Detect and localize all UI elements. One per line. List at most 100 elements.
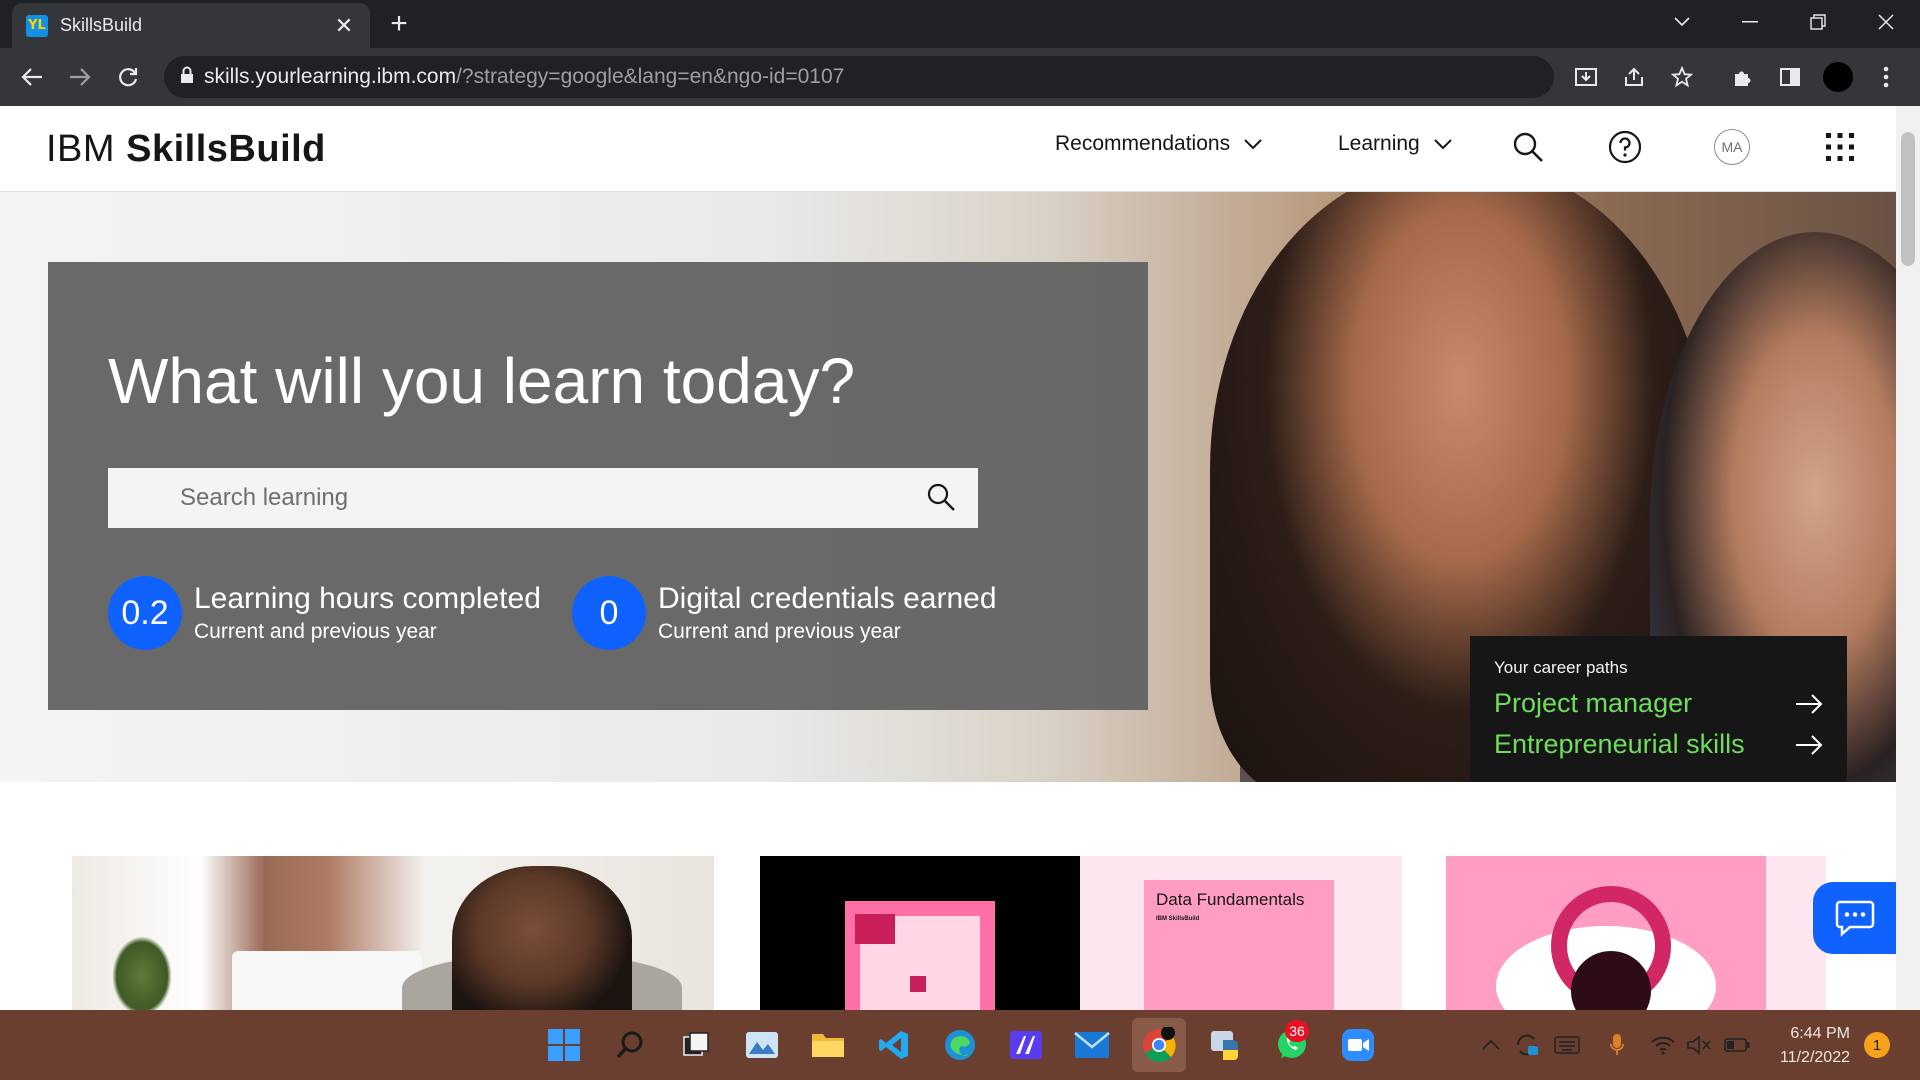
sync-icon[interactable] <box>1514 1032 1540 1058</box>
course-card-image[interactable] <box>72 856 714 1010</box>
search-learning-input[interactable]: Search learning <box>108 468 978 528</box>
browser-toolbar: skills.yourlearning.ibm.com/?strategy=go… <box>0 48 1920 106</box>
search-placeholder: Search learning <box>180 484 349 511</box>
volume-muted-icon[interactable] <box>1686 1032 1712 1058</box>
edge-browser-icon[interactable] <box>938 1023 982 1067</box>
chevron-up-icon[interactable] <box>1478 1032 1504 1058</box>
dev-tool-app-icon[interactable] <box>1004 1023 1048 1067</box>
task-view-icon[interactable] <box>674 1023 718 1067</box>
course-card-eye[interactable] <box>1446 856 1826 1010</box>
help-icon[interactable] <box>1605 127 1645 167</box>
url-host: skills.yourlearning.ibm.com <box>204 65 457 88</box>
search-icon[interactable] <box>608 1023 652 1067</box>
arrow-right-icon <box>1796 734 1823 755</box>
photos-app-icon[interactable] <box>740 1023 784 1067</box>
career-link-entrepreneurial-skills[interactable]: Entrepreneurial skills <box>1494 729 1823 760</box>
chrome-menu-icon[interactable] <box>1868 59 1904 95</box>
hero-title: What will you learn today? <box>108 345 856 417</box>
tab-search-chevron-icon[interactable] <box>1648 0 1716 44</box>
card-photo <box>112 936 172 1010</box>
avatar-initials: MA <box>1714 129 1750 165</box>
close-window-button[interactable] <box>1852 0 1920 44</box>
stat-title: Digital credentials earned <box>658 582 997 615</box>
close-tab-icon[interactable]: ✕ <box>332 13 356 39</box>
stat-subtitle: Current and previous year <box>194 620 437 643</box>
card-photo <box>232 951 422 1010</box>
bookmark-star-icon[interactable] <box>1664 59 1700 95</box>
book-title: Data Fundamentals <box>1156 890 1305 909</box>
clock-date: 11/2/2022 <box>1780 1049 1850 1066</box>
lock-icon <box>180 66 194 89</box>
stat-value: 0 <box>572 576 646 650</box>
browser-tab-bar: YL SkillsBuild ✕ + <box>0 0 1920 48</box>
reload-icon[interactable] <box>110 59 146 95</box>
tab-title: SkillsBuild <box>60 15 143 35</box>
wifi-icon[interactable] <box>1650 1032 1676 1058</box>
python-app-icon[interactable] <box>1204 1023 1248 1067</box>
site-header: IBM SkillsBuild Recommendations Learning… <box>0 106 1896 192</box>
card-illustration <box>855 914 895 944</box>
system-clock[interactable]: 6:44 PM 11/2/2022 <box>1764 1022 1850 1070</box>
course-cards: Data Fundamentals IBM SkillsBuild <box>0 856 1896 1010</box>
side-panel-icon[interactable] <box>1772 59 1808 95</box>
stat-credentials: 0 Digital credentials earned Current and… <box>572 576 997 650</box>
restore-button[interactable] <box>1784 0 1852 44</box>
nav-label: Learning <box>1338 132 1420 155</box>
career-link-project-manager[interactable]: Project manager <box>1494 688 1823 719</box>
zoom-app-icon[interactable] <box>1336 1023 1380 1067</box>
arrow-right-icon <box>1796 693 1823 714</box>
book-cover: Data Fundamentals IBM SkillsBuild <box>1144 880 1334 1010</box>
profile-avatar-icon[interactable] <box>1820 59 1856 95</box>
mail-app-icon[interactable] <box>1070 1023 1114 1067</box>
app-switcher-grid-icon[interactable] <box>1820 127 1860 167</box>
url-path: /?strategy=google&lang=en&ngo-id=0107 <box>456 65 845 88</box>
whatsapp-unread-badge: 36 <box>1285 1020 1309 1042</box>
address-bar[interactable]: skills.yourlearning.ibm.com/?strategy=go… <box>164 56 1554 98</box>
share-icon[interactable] <box>1616 59 1652 95</box>
battery-icon[interactable] <box>1724 1032 1750 1058</box>
clock-time: 6:44 PM <box>1790 1025 1850 1042</box>
vscode-icon[interactable] <box>872 1023 916 1067</box>
stat-value: 0.2 <box>108 576 182 650</box>
search-icon[interactable] <box>926 482 958 514</box>
scrollbar-thumb[interactable] <box>1901 132 1915 266</box>
hero-section: What will you learn today? Search learni… <box>0 192 1896 782</box>
card-illustration <box>910 976 926 992</box>
career-link-label: Entrepreneurial skills <box>1494 729 1745 759</box>
career-paths-panel: Your career paths Project manager Entrep… <box>1470 636 1847 782</box>
favicon-icon: YL <box>26 14 48 37</box>
new-tab-button[interactable]: + <box>382 8 416 42</box>
chat-button[interactable] <box>1813 882 1896 954</box>
book-publisher: IBM SkillsBuild <box>1156 916 1200 922</box>
card-photo-person <box>452 866 632 1010</box>
browser-tab[interactable]: YL SkillsBuild ✕ <box>12 3 370 48</box>
chevron-down-icon <box>1434 138 1452 149</box>
career-paths-heading: Your career paths <box>1494 658 1628 677</box>
forward-arrow-icon[interactable] <box>62 59 98 95</box>
windows-start-icon[interactable] <box>542 1023 586 1067</box>
chrome-browser-icon[interactable] <box>1132 1018 1186 1072</box>
nav-recommendations[interactable]: Recommendations <box>1055 132 1262 156</box>
career-link-label: Project manager <box>1494 688 1693 718</box>
install-app-icon[interactable] <box>1568 59 1604 95</box>
chat-bubble-icon <box>1835 900 1874 937</box>
minimize-button[interactable] <box>1716 0 1784 44</box>
hero-card: What will you learn today? Search learni… <box>48 262 1148 710</box>
stat-learning-hours: 0.2 Learning hours completed Current and… <box>108 576 541 650</box>
keyboard-icon[interactable] <box>1554 1032 1580 1058</box>
course-card-data-fundamentals[interactable]: Data Fundamentals IBM SkillsBuild <box>760 856 1402 1010</box>
microphone-icon[interactable] <box>1604 1032 1630 1058</box>
stat-title: Learning hours completed <box>194 582 541 615</box>
file-explorer-icon[interactable] <box>806 1023 850 1067</box>
user-avatar[interactable]: MA <box>1712 127 1752 167</box>
chevron-down-icon <box>1244 138 1262 149</box>
windows-taskbar: 36 6:44 PM 11/2/2022 1 <box>0 1010 1920 1080</box>
nav-learning[interactable]: Learning <box>1338 132 1452 156</box>
brand-logo[interactable]: IBM SkillsBuild <box>46 128 326 171</box>
extensions-puzzle-icon[interactable] <box>1724 59 1760 95</box>
search-icon[interactable] <box>1508 127 1548 167</box>
web-page: IBM SkillsBuild Recommendations Learning… <box>0 106 1896 1010</box>
back-arrow-icon[interactable] <box>14 59 50 95</box>
notification-badge[interactable]: 1 <box>1864 1032 1890 1058</box>
stat-subtitle: Current and previous year <box>658 620 901 643</box>
